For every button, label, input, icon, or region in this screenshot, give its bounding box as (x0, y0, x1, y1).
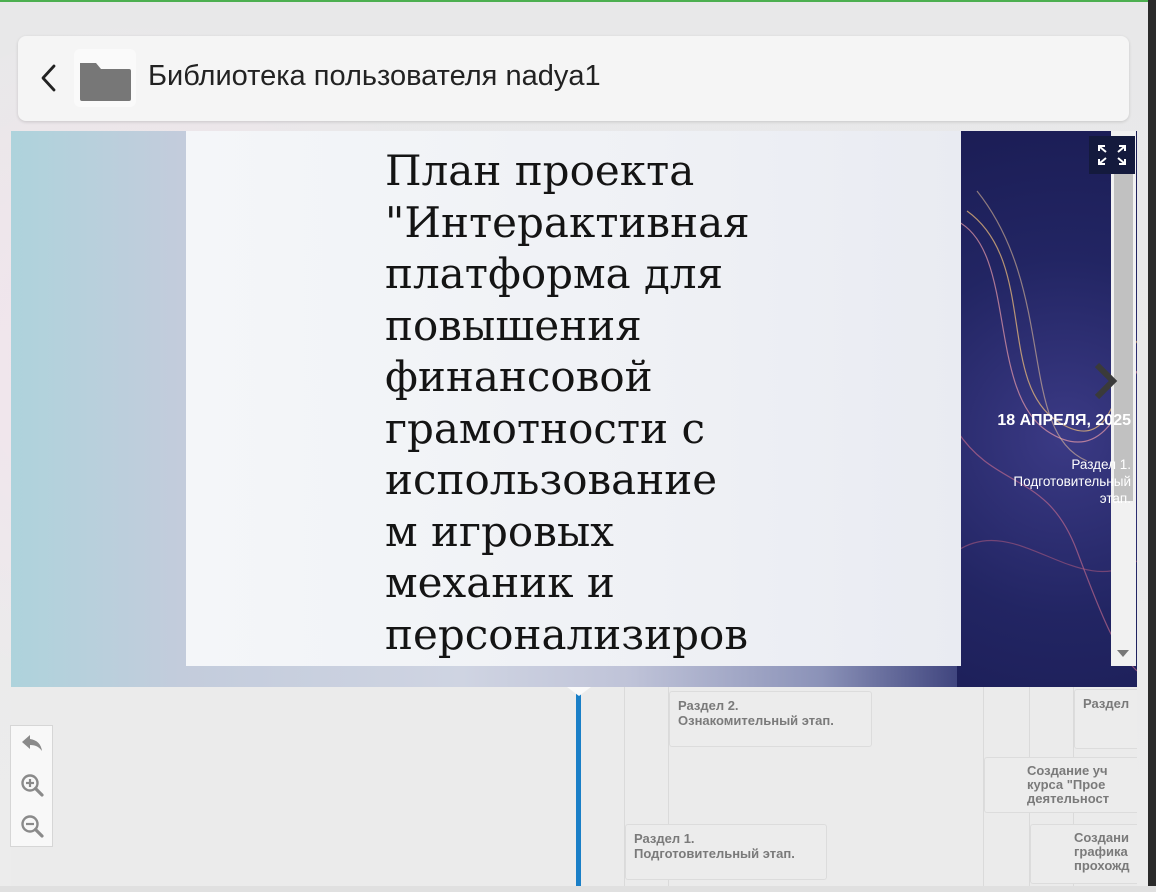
fullscreen-icon (1098, 145, 1126, 165)
next-event-button[interactable] (1091, 361, 1119, 401)
zoom-in-icon (21, 774, 44, 797)
card-line: Раздел 2. (678, 698, 739, 713)
card-line: Создание уч (1027, 763, 1108, 778)
folder-button[interactable] (74, 49, 136, 107)
top-accent-line (0, 0, 1156, 2)
bottom-strip (0, 886, 1156, 892)
scroll-down-icon[interactable] (1117, 650, 1129, 657)
slide-title: План проекта "Интерактивная платформа дл… (385, 146, 750, 659)
back-to-start-button[interactable] (19, 730, 45, 756)
card-line: графика (1074, 844, 1128, 859)
card-line: прохожд (1074, 858, 1130, 873)
card-line: Создани (1074, 830, 1129, 845)
timeline-card[interactable]: Раздел 2. Ознакомительный этап. (669, 691, 872, 747)
window-edge (1148, 0, 1156, 892)
fullscreen-button[interactable] (1089, 136, 1135, 174)
card-line: Подготовительный этап. (634, 846, 795, 861)
folder-icon (80, 63, 131, 101)
card-line: курса "Прое (1027, 777, 1106, 792)
current-time-marker (576, 691, 581, 892)
undo-arrow-icon (22, 735, 42, 751)
zoom-out-icon (21, 815, 44, 838)
card-line: Раздел 1. (634, 831, 695, 846)
timeline-nav[interactable]: Раздел 2. Ознакомительный этап. Раздел 1… (11, 687, 1137, 892)
card-line: Ознакомительный этап. (678, 713, 834, 728)
scroll-thumb[interactable] (1114, 156, 1133, 501)
zoom-in-button[interactable] (19, 772, 45, 798)
timeline-banner: План проекта "Интерактивная платформа дл… (11, 131, 1137, 687)
chevron-left-icon (41, 64, 56, 92)
zoom-out-button[interactable] (19, 813, 45, 839)
timeline-card[interactable]: Раздел 1. Подготовительный этап. (625, 824, 827, 880)
marker-pointer (567, 687, 591, 696)
banner-media-background (956, 131, 1137, 687)
card-line: Раздел (1083, 696, 1130, 711)
zoom-controls (10, 725, 53, 847)
card-line: деятельност (1027, 791, 1110, 806)
chevron-right-icon (1094, 362, 1118, 400)
library-header: Библиотека пользователя nadya1 (18, 36, 1129, 121)
event-date: 18 АПРЕЛЯ, 2025 (997, 412, 1131, 429)
abstract-light-art (956, 190, 1137, 672)
page-title: Библиотека пользователя nadya1 (148, 60, 601, 92)
back-button[interactable] (38, 62, 60, 94)
timeline-card[interactable]: Раздел (1074, 689, 1137, 749)
slide-panel: План проекта "Интерактивная платформа дл… (186, 131, 1136, 666)
timeline-card[interactable]: Создание уч курса "Прое деятельност (984, 757, 1137, 813)
event-description: Раздел 1. Подготовительный этап. (1013, 457, 1131, 506)
timeline-card[interactable]: Создани графика прохожд (1030, 824, 1137, 884)
